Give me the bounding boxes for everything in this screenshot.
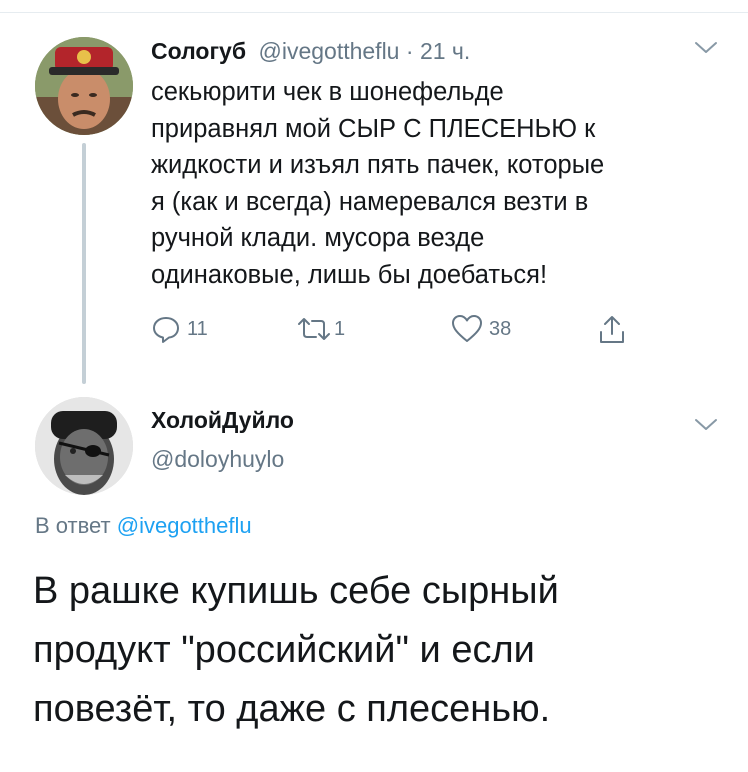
- author-name[interactable]: Сологуб: [151, 38, 246, 64]
- chevron-down-icon[interactable]: [693, 417, 719, 438]
- retweet-icon: [297, 314, 331, 344]
- separator: ·: [399, 38, 420, 64]
- author-name[interactable]: ХолойДуйло: [151, 407, 294, 434]
- timestamp[interactable]: 21 ч.: [420, 38, 470, 64]
- retweet-count: 1: [334, 317, 346, 340]
- tweet-header: Сологуб @ivegottheflu · 21 ч.: [151, 38, 470, 65]
- author-handle[interactable]: @doloyhuylo: [151, 446, 284, 473]
- reply-count: 11: [187, 317, 208, 340]
- tweet-text-line: В рашке купишь себе сырный: [33, 570, 559, 612]
- like-icon: [451, 314, 483, 344]
- thread-line: [82, 143, 86, 384]
- reply-button[interactable]: 11: [151, 314, 208, 344]
- share-icon: [597, 314, 627, 346]
- tweet-text-line: жидкости и изъял пять пачек, которые: [151, 151, 605, 179]
- tweet-text-line: секьюрити чек в шонефельде: [151, 78, 504, 106]
- reply-prefix: В ответ: [35, 513, 117, 538]
- tweet-text-line: одинаковые, лишь бы доебаться!: [151, 260, 548, 289]
- avatar[interactable]: [35, 37, 133, 135]
- author-handle[interactable]: @ivegottheflu: [258, 38, 399, 64]
- tweet-text-line: приравнял мой СЫР С ПЛЕСЕНЬЮ к: [151, 114, 596, 143]
- reply-mention-link[interactable]: @ivegottheflu: [117, 513, 252, 538]
- reply-icon: [151, 314, 181, 344]
- tweet-text: секьюрити чек в шонефельде приравнял мой…: [151, 74, 721, 293]
- tweet-text-line: продукт "российский" и если: [33, 629, 535, 671]
- retweet-button[interactable]: 1: [297, 314, 345, 344]
- tweet-text-line: я (как и всегда) намеревался везти в: [151, 187, 589, 216]
- reply-context: В ответ @ivegottheflu: [35, 513, 252, 539]
- like-count: 38: [489, 317, 512, 340]
- share-button[interactable]: [597, 314, 627, 346]
- top-divider: [0, 0, 748, 13]
- avatar[interactable]: [35, 397, 133, 495]
- like-button[interactable]: 38: [451, 314, 511, 344]
- chevron-down-icon[interactable]: [693, 40, 719, 61]
- tweet-text-line: повезёт, то даже с плесенью.: [33, 688, 551, 730]
- tweet-text: В рашке купишь себе сырный продукт "росс…: [33, 562, 723, 739]
- tweet-text-line: ручной клади. мусора везде: [151, 224, 485, 252]
